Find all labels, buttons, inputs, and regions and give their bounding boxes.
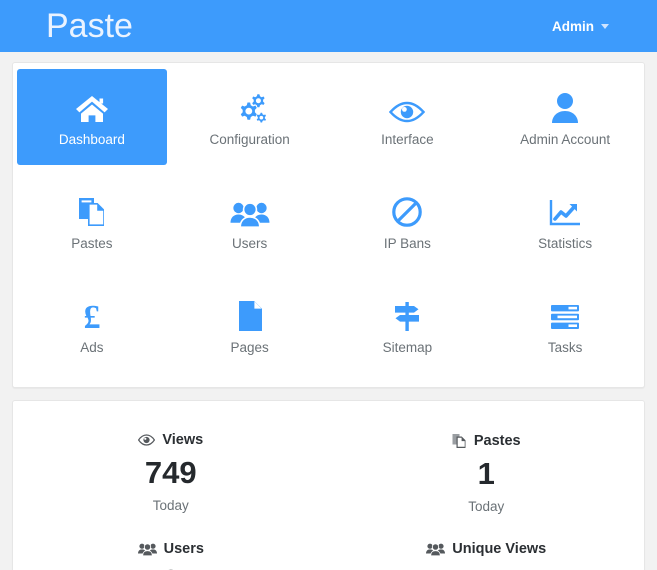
nav-tile-ip-bans[interactable]: IP Bans bbox=[333, 173, 483, 269]
stat-value: 7 bbox=[478, 565, 495, 570]
stat-value: 1 bbox=[477, 456, 495, 491]
stat-header: Unique Views bbox=[426, 540, 547, 557]
stat-value: 749 bbox=[144, 454, 197, 490]
stats-grid: Views 749 Today Pastes 1 Today Users Uni… bbox=[13, 417, 644, 570]
pound-icon: £ bbox=[79, 296, 105, 332]
admin-account-dropdown[interactable]: Admin bbox=[552, 19, 633, 34]
nav-tile-label: IP Bans bbox=[383, 235, 431, 251]
nav-tile-label: Sitemap bbox=[382, 339, 433, 355]
nav-tile-dashboard[interactable]: Dashboard bbox=[17, 69, 167, 165]
nav-tile-ads[interactable]: £ Ads bbox=[17, 277, 167, 373]
stat-users: Users 0 Today bbox=[13, 526, 329, 570]
stat-header: Users bbox=[137, 540, 204, 557]
nav-tile-label: Tasks bbox=[547, 339, 583, 355]
top-navbar: Paste Admin bbox=[0, 0, 657, 52]
admin-account-label: Admin bbox=[552, 18, 594, 34]
nav-tile-pages[interactable]: Pages bbox=[175, 277, 325, 373]
nav-tile-admin-account[interactable]: Admin Account bbox=[490, 69, 640, 165]
stat-unique-views: Unique Views 7 Today bbox=[329, 526, 645, 570]
server-icon bbox=[549, 296, 581, 332]
eye-icon bbox=[389, 88, 426, 124]
home-icon bbox=[75, 88, 109, 124]
svg-text:£: £ bbox=[83, 300, 100, 332]
stat-pastes: Pastes 1 Today bbox=[329, 417, 645, 526]
nav-tile-label: Admin Account bbox=[520, 131, 611, 147]
stat-label: Pastes bbox=[473, 432, 521, 449]
stat-period: Today bbox=[468, 499, 505, 514]
stat-views: Views 749 Today bbox=[13, 417, 329, 526]
nav-tile-label: Users bbox=[231, 235, 268, 251]
admin-nav-grid: Dashboard Configuration Interface Admin … bbox=[13, 65, 644, 377]
nav-tile-pastes[interactable]: Pastes bbox=[17, 173, 167, 269]
nav-tile-statistics[interactable]: Statistics bbox=[490, 173, 640, 269]
nav-tile-users[interactable]: Users bbox=[175, 173, 325, 269]
nav-tile-label: Dashboard bbox=[58, 131, 125, 147]
stat-header: Pastes bbox=[452, 433, 521, 449]
stat-label: Users bbox=[163, 540, 204, 557]
nav-tile-label: Statistics bbox=[538, 235, 593, 251]
gears-icon bbox=[233, 88, 267, 124]
users-icon bbox=[230, 192, 270, 228]
eye-icon bbox=[138, 434, 156, 446]
users-icon bbox=[137, 542, 157, 556]
ban-icon bbox=[391, 192, 423, 228]
stats-card: Views 749 Today Pastes 1 Today Users Uni… bbox=[12, 400, 645, 570]
stat-header: Views bbox=[138, 433, 203, 448]
signpost-icon bbox=[391, 296, 423, 332]
chevron-down-icon bbox=[601, 23, 609, 29]
nav-tile-label: Pastes bbox=[71, 235, 113, 251]
nav-tile-tasks[interactable]: Tasks bbox=[490, 277, 640, 373]
stat-period: Today bbox=[152, 497, 189, 513]
copy-files-icon bbox=[452, 433, 467, 449]
nav-tile-label: Configuration bbox=[209, 131, 290, 147]
nav-tile-interface[interactable]: Interface bbox=[333, 69, 483, 165]
file-icon bbox=[237, 296, 263, 332]
stat-value: 0 bbox=[162, 565, 179, 570]
nav-tile-label: Pages bbox=[230, 339, 269, 355]
stat-label: Unique Views bbox=[452, 540, 547, 557]
user-icon bbox=[551, 88, 579, 124]
users-icon bbox=[426, 542, 446, 556]
copy-files-icon bbox=[77, 192, 107, 228]
nav-tile-label: Ads bbox=[80, 339, 104, 355]
nav-tile-label: Interface bbox=[381, 131, 434, 147]
stat-label: Views bbox=[162, 432, 204, 448]
app-brand-title: Paste bbox=[46, 7, 133, 45]
line-chart-icon bbox=[548, 192, 582, 228]
admin-nav-card: Dashboard Configuration Interface Admin … bbox=[12, 62, 645, 388]
nav-tile-configuration[interactable]: Configuration bbox=[175, 69, 325, 165]
nav-tile-sitemap[interactable]: Sitemap bbox=[333, 277, 483, 373]
